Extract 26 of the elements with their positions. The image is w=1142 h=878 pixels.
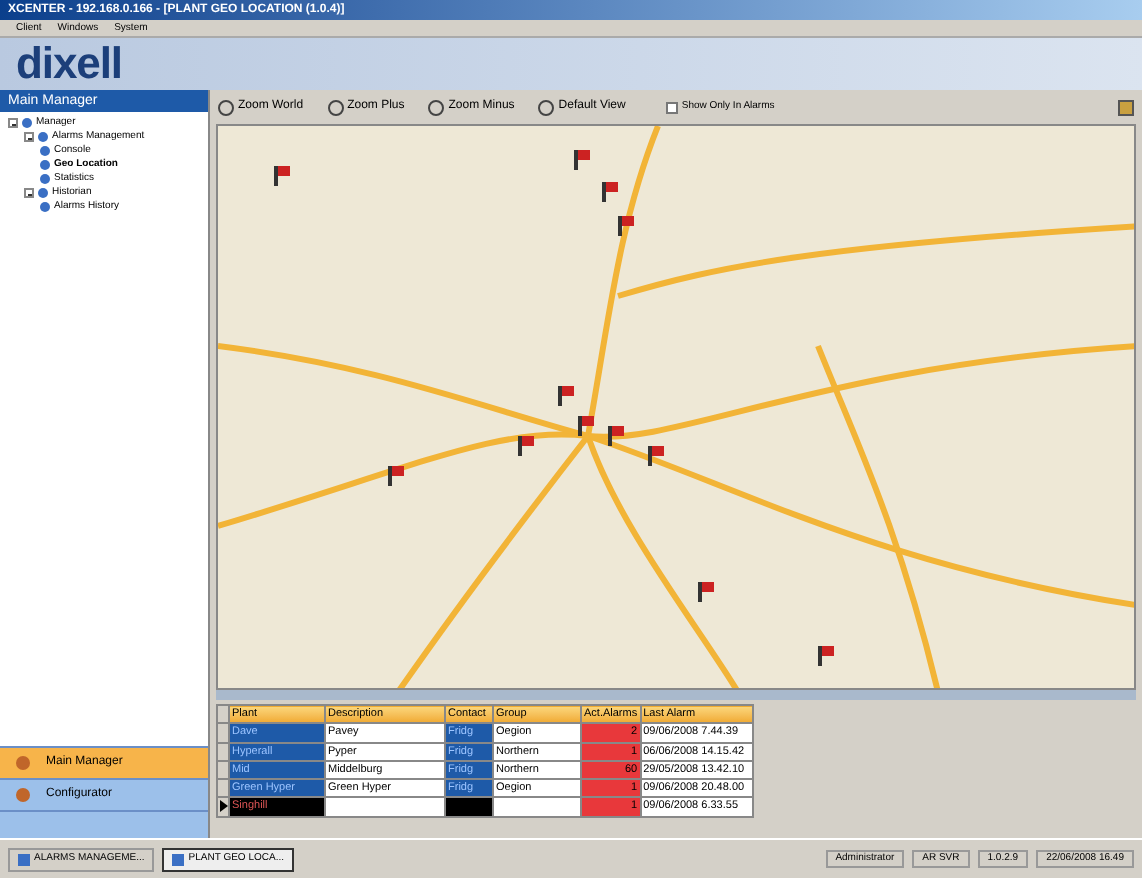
flag-marker-icon[interactable]	[518, 436, 534, 456]
window-icon	[172, 853, 185, 865]
collapse-icon[interactable]	[8, 118, 18, 128]
collapse-icon[interactable]	[24, 132, 34, 142]
checkbox[interactable]	[665, 101, 678, 113]
window-icon	[18, 853, 30, 865]
node-icon	[40, 160, 50, 170]
node-icon	[38, 188, 48, 198]
flag-marker-icon[interactable]	[818, 646, 834, 666]
flag-marker-icon[interactable]	[574, 150, 590, 170]
flag-marker-icon[interactable]	[274, 166, 290, 186]
flag-marker-icon[interactable]	[578, 416, 594, 436]
flag-marker-icon[interactable]	[698, 582, 714, 602]
flag-marker-icon[interactable]	[602, 182, 618, 202]
flag-marker-icon[interactable]	[648, 446, 664, 466]
collapse-icon[interactable]	[24, 188, 34, 198]
node-icon	[40, 174, 50, 184]
logo: dixell	[16, 42, 122, 86]
flag-marker-icon[interactable]	[618, 216, 634, 236]
node-icon	[40, 202, 50, 212]
flag-marker-icon[interactable]	[608, 426, 624, 446]
flag-marker-icon[interactable]	[388, 466, 404, 486]
flag-marker-icon[interactable]	[558, 386, 574, 406]
node-icon	[22, 118, 32, 128]
node-icon	[38, 132, 48, 142]
node-icon	[40, 146, 50, 156]
